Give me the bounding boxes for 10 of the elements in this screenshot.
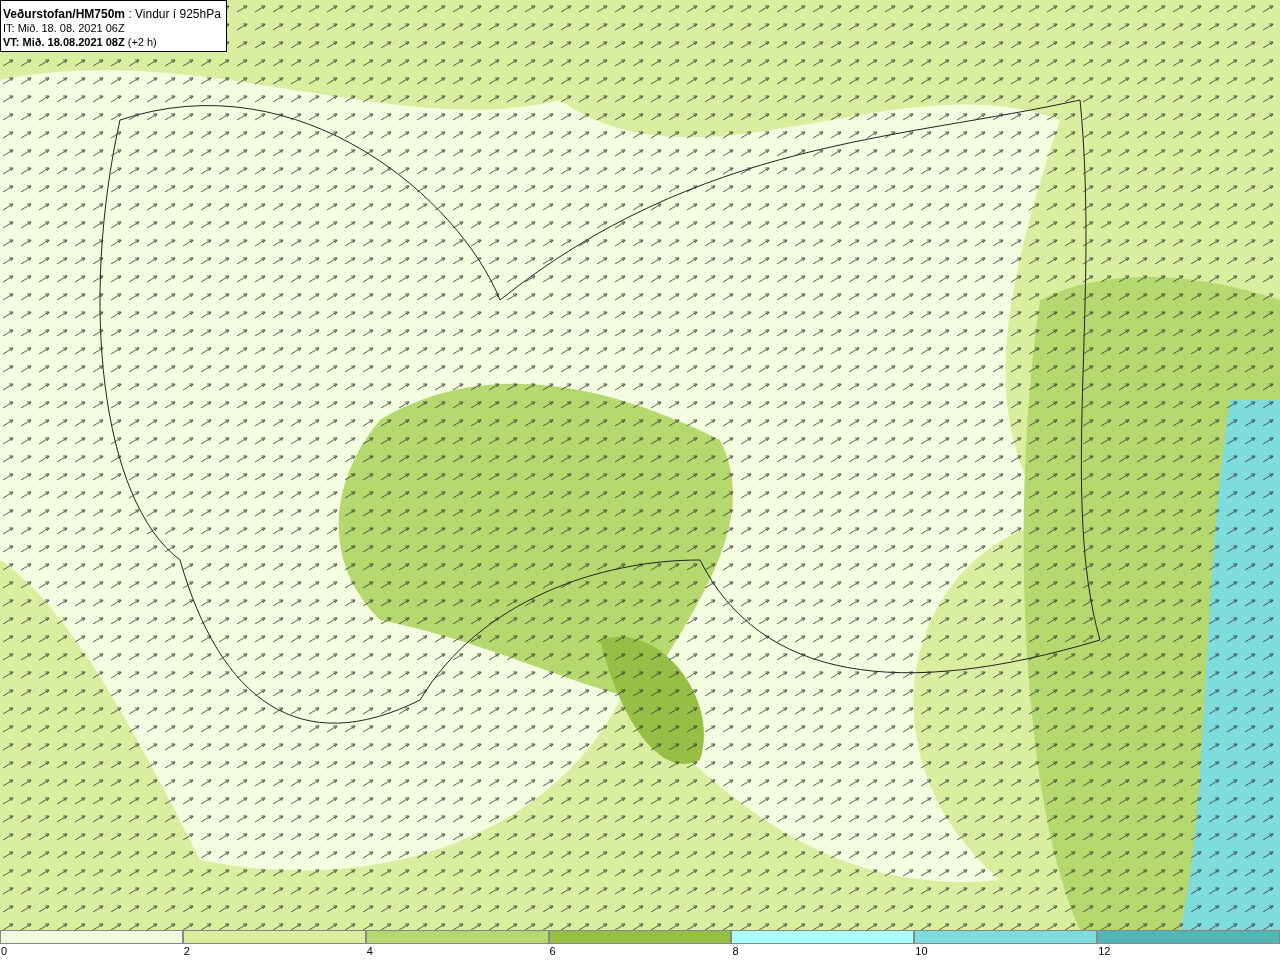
scale-label: 12 [1097, 944, 1111, 958]
legend-text: Veðurstofan/HM750m : Vindur í 925hPa [3, 7, 221, 21]
scale-label: 0 [0, 944, 8, 958]
scale-label: 6 [548, 944, 556, 958]
legend-text: IT: Mið. 18. 08. 2021 06Z [3, 21, 126, 35]
scale-label: 8 [731, 944, 739, 958]
scale-label: 2 [182, 944, 190, 958]
scale-label: 4 [365, 944, 373, 958]
scale-label: 10 [914, 944, 928, 958]
legend-text: VT: Mið. 18.08.2021 08Z (+2 h) [3, 35, 158, 49]
